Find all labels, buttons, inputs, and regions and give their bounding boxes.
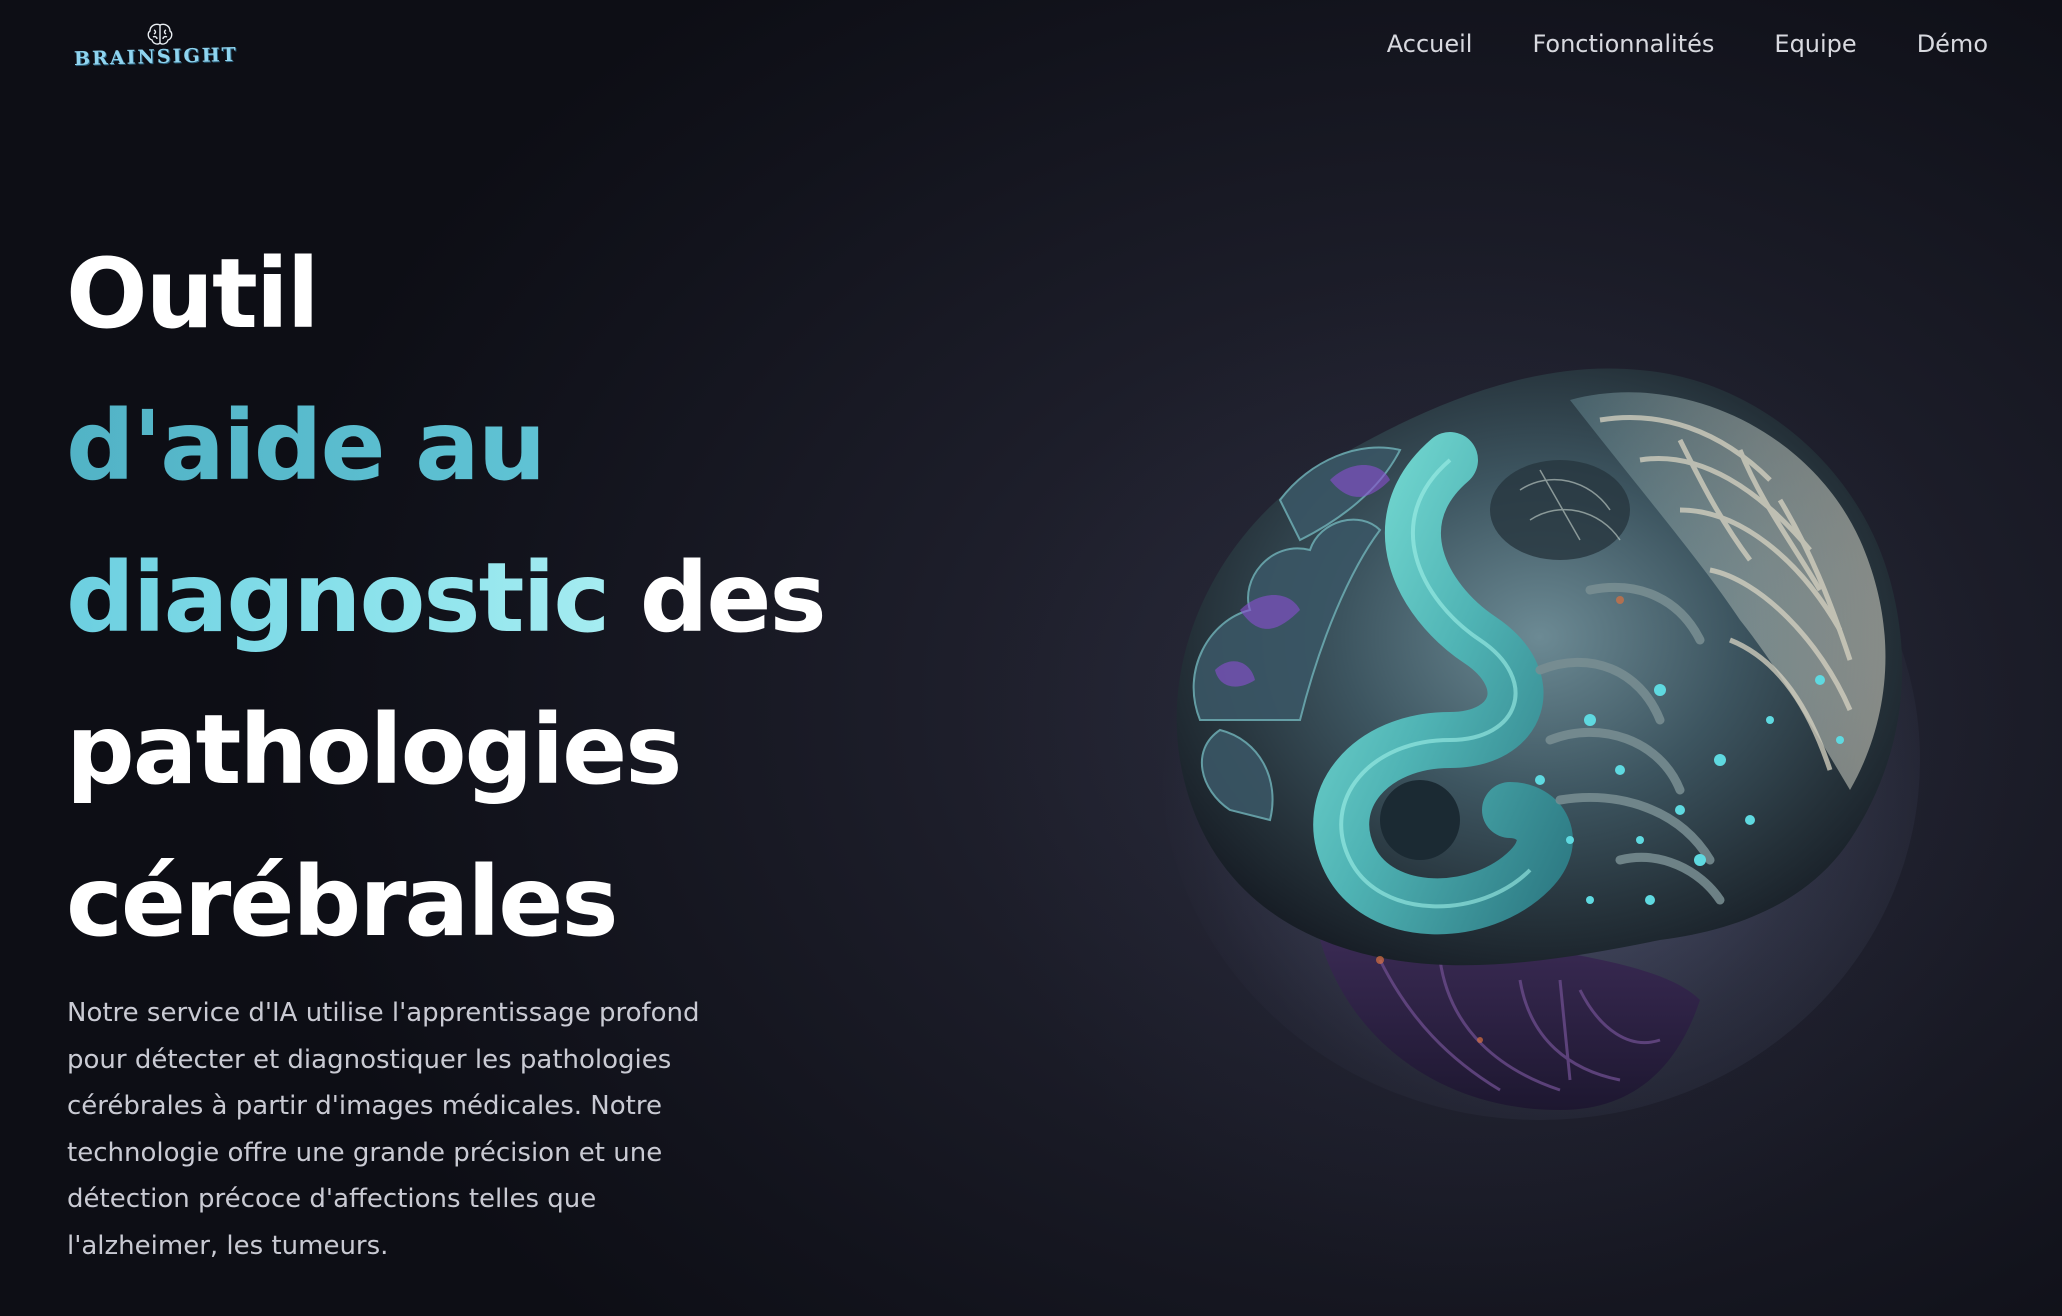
headline-line-4: pathologies (66, 694, 682, 806)
nav-item-accueil[interactable]: Accueil (1387, 30, 1473, 58)
nav-item-equipe[interactable]: Equipe (1774, 30, 1856, 58)
headline-line-5: cérébrales (66, 846, 618, 958)
brand-name: BRAINSIGHT (73, 43, 239, 71)
headline-accent-word: diagnostic (66, 542, 610, 654)
hero-headline: Outil d'aide au diagnostic des pathologi… (66, 218, 1026, 978)
nav-item-demo[interactable]: Démo (1917, 30, 1988, 58)
hero-description: Notre service d'IA utilise l'apprentissa… (67, 998, 700, 1261)
landing-page: BRAINSIGHT Accueil Fonctionnalités Equip… (0, 0, 2062, 1316)
headline-line-3-rest: des (608, 542, 827, 654)
brain-icon (147, 23, 173, 45)
headline-line-2: d'aide au (66, 370, 1026, 522)
headline-line-3: diagnostic des (66, 522, 1026, 674)
nav-item-fonctionnalites[interactable]: Fonctionnalités (1532, 30, 1714, 58)
brand-logo[interactable]: BRAINSIGHT (74, 22, 246, 74)
main-nav: Accueil Fonctionnalités Equipe Démo (1387, 30, 1988, 58)
headline-line-1: Outil (66, 238, 320, 350)
brain-illustration (1160, 368, 1920, 1120)
